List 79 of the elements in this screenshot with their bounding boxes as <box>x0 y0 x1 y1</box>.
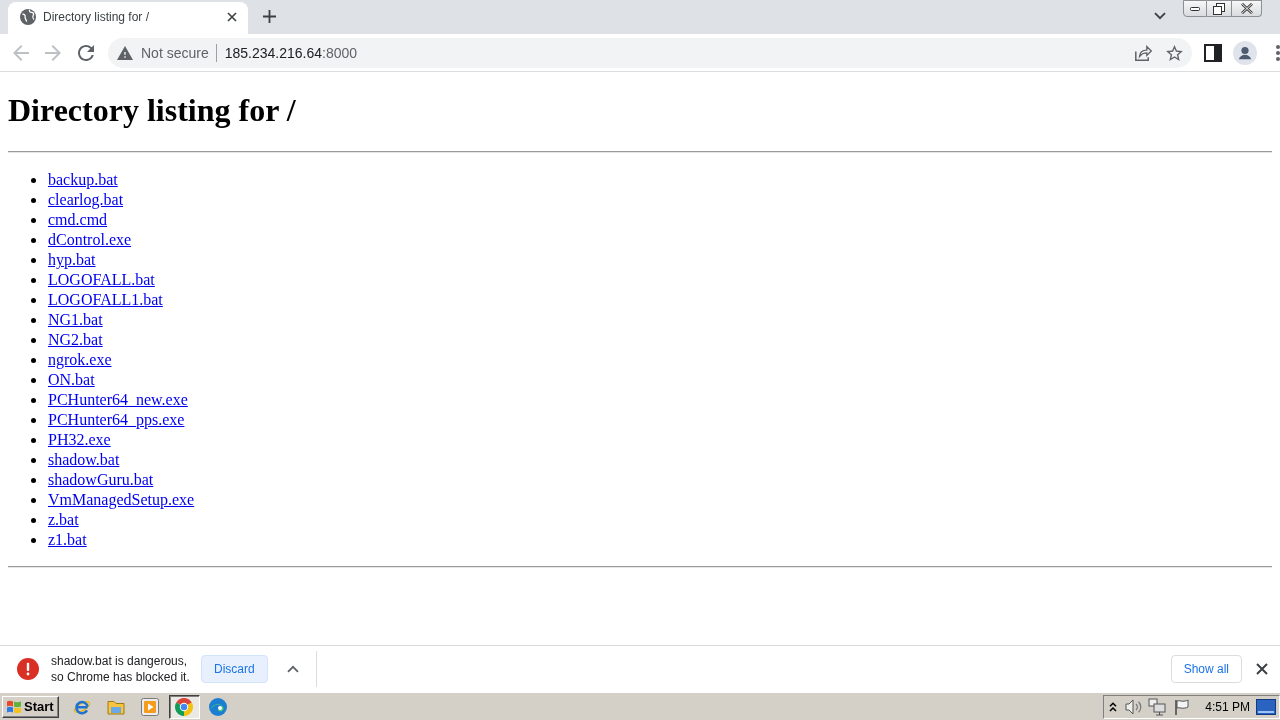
file-link[interactable]: clearlog.bat <box>48 191 124 209</box>
star-icon[interactable] <box>1166 44 1183 61</box>
file-link[interactable]: shadowGuru.bat <box>48 471 154 489</box>
bullet-icon <box>31 237 36 243</box>
file-link[interactable]: dControl.exe <box>48 231 132 249</box>
taskbar-button[interactable] <box>168 694 200 719</box>
speaker-icon[interactable] <box>1125 698 1144 715</box>
desktop-icon[interactable] <box>1256 698 1276 715</box>
file-link[interactable]: VmManagedSetup.exe <box>48 491 195 509</box>
reload-icon[interactable] <box>78 44 94 61</box>
folder-icon <box>107 698 126 715</box>
bullet-icon <box>31 337 36 343</box>
double-chevron-icon[interactable] <box>1109 701 1118 712</box>
page-heading: Directory listing for / <box>8 92 297 129</box>
chevron-down-icon[interactable] <box>1154 12 1166 20</box>
bullet-icon <box>31 357 36 363</box>
minimize-icon <box>1190 6 1200 11</box>
file-link[interactable]: ON.bat <box>48 371 95 389</box>
security-chip[interactable]: Not secure <box>141 44 209 61</box>
minimize-button[interactable] <box>1183 0 1207 17</box>
side-panel-icon[interactable] <box>1204 43 1222 62</box>
file-link[interactable]: hyp.bat <box>48 251 96 269</box>
share-icon[interactable] <box>1134 44 1152 61</box>
clock[interactable]: 4:51 PM <box>1205 699 1250 714</box>
close-icon <box>1240 3 1253 14</box>
chevron-up-icon[interactable] <box>286 665 299 673</box>
url-text: 185.234.216.64:8000 <box>224 44 358 61</box>
flag-icon[interactable] <box>1174 698 1191 715</box>
file-link[interactable]: NG1.bat <box>48 311 103 329</box>
bullet-icon <box>31 257 36 263</box>
error-icon <box>17 658 39 680</box>
file-link[interactable]: PH32.exe <box>48 431 111 449</box>
file-link[interactable]: PCHunter64_pps.exe <box>48 411 185 429</box>
bullet-icon <box>31 177 36 183</box>
browser-tab[interactable]: Directory listing for / <box>8 2 248 34</box>
bullet-icon <box>31 417 36 423</box>
bullet-icon <box>31 437 36 443</box>
restore-button[interactable] <box>1207 0 1232 17</box>
swirl-icon <box>209 697 228 716</box>
file-link[interactable]: LOGOFALL.bat <box>48 271 155 289</box>
new-tab-icon[interactable] <box>263 10 276 23</box>
bullet-icon <box>31 277 36 283</box>
tricolor-circle-icon <box>175 697 194 716</box>
file-link[interactable]: backup.bat <box>48 171 118 189</box>
show-all-button[interactable]: Show all <box>1170 655 1242 683</box>
menu-icon[interactable] <box>1276 44 1280 61</box>
bullet-icon <box>31 457 36 463</box>
discard-button[interactable]: Discard <box>201 655 268 683</box>
window-close-button[interactable] <box>1232 0 1262 17</box>
play-icon <box>141 697 160 716</box>
file-link[interactable]: z.bat <box>48 511 79 529</box>
four-color-flag-icon <box>6 699 22 714</box>
bullet-icon <box>31 537 36 543</box>
bullet-icon <box>31 377 36 383</box>
file-link[interactable]: NG2.bat <box>48 331 103 349</box>
warning-icon <box>117 45 133 60</box>
bullet-icon <box>31 477 36 483</box>
start-button[interactable]: Start <box>2 695 59 718</box>
bullet-icon <box>31 197 36 203</box>
globe-icon <box>20 9 36 25</box>
download-warning-text: shadow.bat is dangerous, so Chrome has blocked it. <box>51 653 191 685</box>
network-icon[interactable] <box>1148 697 1167 716</box>
file-link[interactable]: PCHunter64_new.exe <box>48 391 188 409</box>
file-link[interactable]: shadow.bat <box>48 451 120 469</box>
bullet-icon <box>31 297 36 303</box>
address-bar[interactable]: Not secure 185.234.216.64:8000 <box>108 37 1192 68</box>
restore-icon <box>1213 2 1225 15</box>
bullet-icon <box>31 217 36 223</box>
close-icon[interactable] <box>227 12 237 22</box>
bullet-icon <box>31 517 36 523</box>
bullet-icon <box>31 497 36 503</box>
bullet-icon <box>31 317 36 323</box>
file-link[interactable]: ngrok.exe <box>48 351 112 369</box>
avatar-icon[interactable] <box>1233 40 1257 65</box>
bullet-icon <box>31 397 36 403</box>
file-link[interactable]: cmd.cmd <box>48 211 108 229</box>
file-link[interactable]: z1.bat <box>48 531 87 549</box>
file-link[interactable]: LOGOFALL1.bat <box>48 291 163 309</box>
close-icon[interactable] <box>1256 663 1268 675</box>
